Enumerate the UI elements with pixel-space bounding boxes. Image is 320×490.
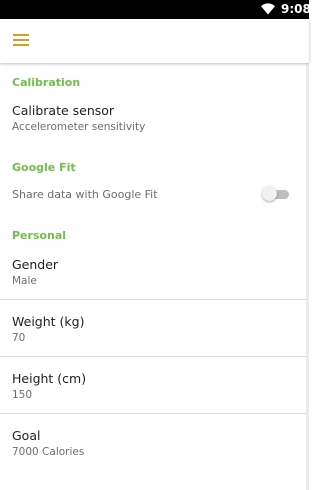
gender-row[interactable]: Gender Male: [0, 248, 306, 298]
weight-title: Weight (kg): [12, 314, 85, 329]
height-row[interactable]: Height (cm) 150: [0, 357, 306, 413]
share-google-fit-row[interactable]: Share data with Google Fit: [0, 179, 306, 209]
calibrate-sensor-summary: Accelerometer sensitivity: [12, 121, 146, 133]
section-header-google-fit: Google Fit: [12, 161, 76, 174]
gender-title: Gender: [12, 257, 59, 272]
section-header-calibration: Calibration: [12, 76, 81, 89]
weight-value: 70: [12, 332, 26, 344]
share-google-fit-label: Share data with Google Fit: [12, 188, 158, 201]
goal-title: Goal: [12, 428, 41, 443]
section-header-personal: Personal: [12, 229, 67, 242]
height-title: Height (cm): [12, 371, 87, 386]
wifi-icon: [261, 3, 275, 15]
height-value: 150: [12, 389, 33, 401]
app-bar: [0, 19, 309, 63]
calibrate-sensor-title: Calibrate sensor: [12, 103, 115, 118]
calibrate-sensor-row[interactable]: Calibrate sensor Accelerometer sensitivi…: [0, 95, 306, 141]
share-google-fit-toggle[interactable]: [262, 186, 290, 202]
gender-value: Male: [12, 275, 37, 287]
weight-row[interactable]: Weight (kg) 70: [0, 300, 306, 356]
settings-list[interactable]: Calibration Calibrate sensor Acceleromet…: [0, 63, 309, 490]
menu-icon[interactable]: [13, 33, 30, 47]
status-time: 9:08: [281, 2, 311, 16]
scrollbar[interactable]: [306, 63, 309, 490]
goal-value: 7000 Calories: [12, 446, 85, 458]
toggle-thumb: [262, 186, 277, 201]
goal-row[interactable]: Goal 7000 Calories: [0, 414, 306, 470]
status-bar: 9:08: [0, 0, 311, 19]
